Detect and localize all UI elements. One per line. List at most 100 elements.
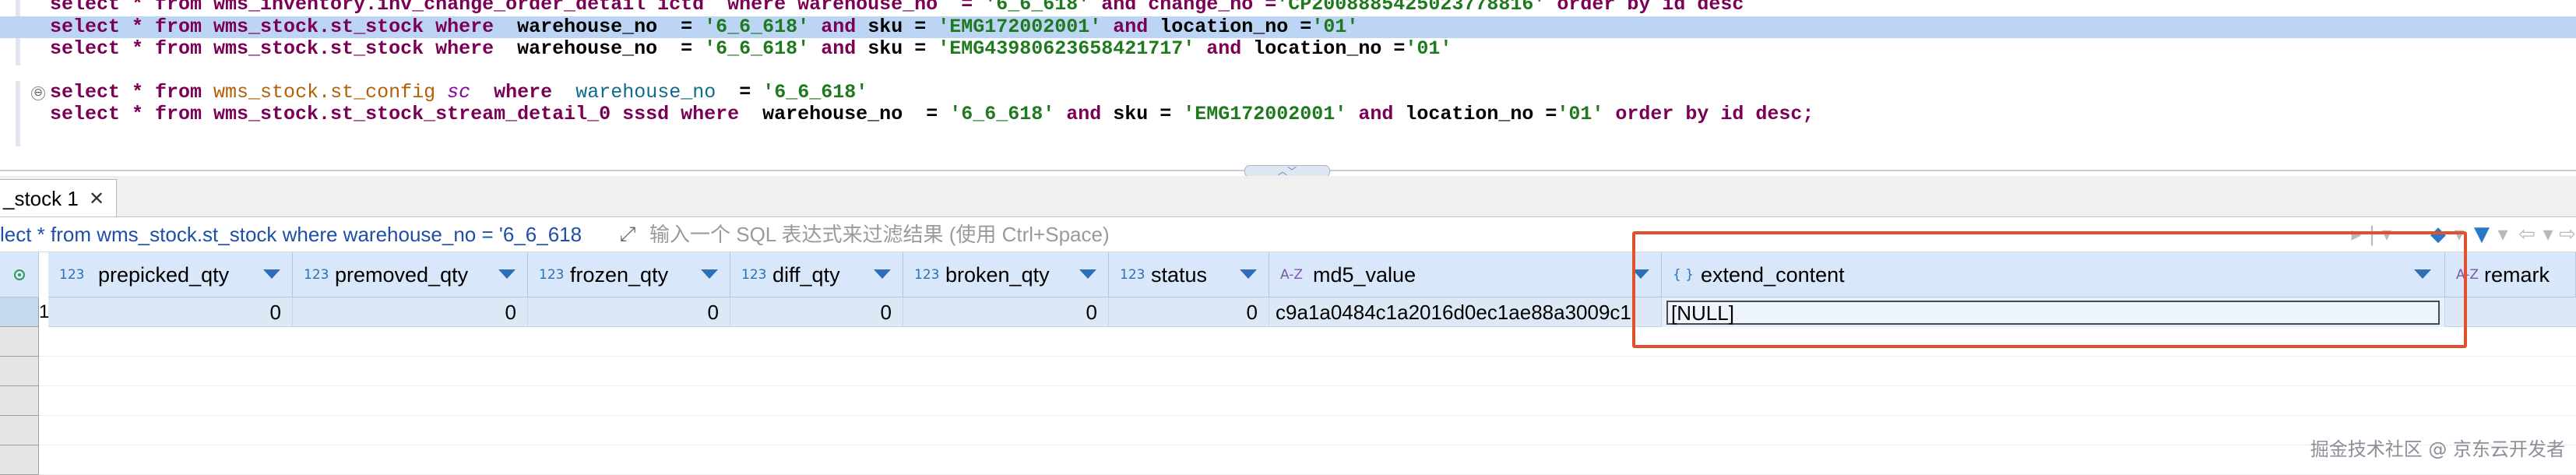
sql-line[interactable]: select * from wms_inventory.inv_change_o… <box>0 0 2576 16</box>
column-name: premoved_qty <box>335 263 469 287</box>
sql-string: 'CP2008885425023778816' <box>1276 0 1546 16</box>
numeric-type-icon: 123 <box>741 267 767 283</box>
numeric-type-icon: 123 <box>1120 267 1145 283</box>
sql-text: and change_no = <box>1089 0 1277 16</box>
forward-icon[interactable]: ⇨ <box>2559 220 2576 248</box>
sql-line-selected[interactable]: select * from wms_stock.st_stock where w… <box>0 16 2576 38</box>
row-header[interactable] <box>0 327 39 357</box>
sql-string: '6_6_618' <box>762 81 868 104</box>
numeric-type-icon: 123 <box>59 267 85 283</box>
column-header[interactable]: 123 prepicked_qty <box>48 252 293 297</box>
empty-row <box>39 445 2576 475</box>
sql-text: warehouse_no = <box>494 37 705 60</box>
watermark: 掘金技术社区 @ 京东云开发者 <box>2310 438 2565 460</box>
tab-label: _stock 1 <box>3 187 79 210</box>
column-name: status <box>1151 263 1208 287</box>
expand-icon[interactable]: ⤢ <box>615 222 640 247</box>
table-cell[interactable]: 0 <box>903 297 1109 327</box>
empty-row <box>39 386 2576 416</box>
empty-row <box>39 357 2576 386</box>
sql-keyword: and <box>809 16 868 38</box>
table-cell[interactable]: 0 <box>293 297 528 327</box>
row-header[interactable] <box>0 297 39 327</box>
numeric-type-icon: 123 <box>539 267 565 283</box>
column-header[interactable]: 123 broken_qty <box>903 252 1109 297</box>
tab-results[interactable]: _stock 1 ✕ <box>0 179 117 216</box>
column-header[interactable]: 123 frozen_qty <box>528 252 730 297</box>
sort-arrow-icon[interactable] <box>498 269 516 279</box>
sql-string: '01' <box>1311 16 1359 38</box>
sql-keyword: where <box>435 37 494 60</box>
numeric-type-icon: 123 <box>914 267 940 283</box>
sql-line[interactable]: select * from wms_stock.st_stock_stream_… <box>0 104 2576 125</box>
sql-column: warehouse_no <box>575 81 716 104</box>
sql-alias: sc <box>447 81 471 104</box>
column-name: prepicked_qty <box>98 263 230 287</box>
sort-arrow-icon[interactable] <box>874 269 891 279</box>
sql-editor[interactable]: select * from wms_inventory.inv_change_o… <box>0 0 2576 173</box>
sort-arrow-icon[interactable] <box>1079 269 1096 279</box>
sql-string: '01' <box>1557 103 1604 125</box>
sql-keyword: and <box>1195 37 1254 60</box>
funnel-dropdown-icon[interactable]: ▾ <box>2495 220 2511 248</box>
sql-string: '6_6_618' <box>704 37 810 60</box>
column-name: frozen_qty <box>570 263 669 287</box>
sql-keyword: order by id desc; <box>1603 103 1814 125</box>
select-all-icon <box>14 269 25 280</box>
column-name: remark <box>2484 263 2550 287</box>
table-cell[interactable]: 0 <box>48 297 293 327</box>
sort-arrow-icon[interactable] <box>263 269 280 279</box>
column-header[interactable]: A-Z md5_value <box>1269 252 1662 297</box>
sql-text: select * from wms_inventory.inv_change_o… <box>50 0 985 16</box>
funnel-icon[interactable]: ▼ <box>2470 220 2493 248</box>
sql-schema: wms_stock. <box>213 81 331 104</box>
annotation-highlight <box>1632 231 2467 348</box>
sql-keyword: where <box>494 81 553 104</box>
sql-keyword: and <box>809 37 868 60</box>
table-cell[interactable]: 0 <box>730 297 903 327</box>
sql-text: location_no = <box>1253 37 1406 60</box>
sql-string: '6_6_618' <box>949 103 1055 125</box>
column-header[interactable]: 123 premoved_qty <box>293 252 528 297</box>
sql-keyword: and <box>1054 103 1114 125</box>
table-cell[interactable]: 0 <box>1109 297 1269 327</box>
sql-text: = <box>716 81 763 104</box>
sql-keyword: and <box>1346 103 1406 125</box>
row-header[interactable] <box>0 445 39 475</box>
sql-text: sku = <box>867 16 938 38</box>
table-cell[interactable]: c9a1a0484c1a2016d0ec1ae88a3009c1 <box>1269 297 1662 327</box>
sql-text: select * from wms_stock.st_stock <box>50 16 436 38</box>
column-header[interactable]: 123 diff_qty <box>730 252 903 297</box>
filter-input[interactable]: 输入一个 SQL 表达式来过滤结果 (使用 Ctrl+Space) <box>649 217 1110 252</box>
row-number: 1 <box>39 301 50 322</box>
column-name: md5_value <box>1313 263 1416 287</box>
row-header[interactable] <box>0 416 39 445</box>
string-type-icon: A-Z <box>1280 267 1304 283</box>
sql-line[interactable]: select * from wms_stock.st_config sc whe… <box>0 82 2576 104</box>
sql-keyword: and <box>1101 16 1160 38</box>
table-cell[interactable]: 0 <box>528 297 730 327</box>
back-icon[interactable]: ⇦ <box>2515 220 2539 248</box>
sql-text: select * from wms_stock.st_stock_stream_… <box>50 103 681 125</box>
sql-text: location_no = <box>1160 16 1312 38</box>
close-icon[interactable]: ✕ <box>84 180 109 217</box>
sql-text: warehouse_no = <box>739 103 950 125</box>
sort-arrow-icon[interactable] <box>701 269 718 279</box>
sql-text: sku = <box>867 37 938 60</box>
sql-string: 'EMG172002001' <box>1183 103 1347 125</box>
row-header[interactable] <box>0 357 39 386</box>
sql-table: st_config <box>330 81 436 104</box>
back-dropdown-icon[interactable]: ▾ <box>2540 220 2556 248</box>
row-header[interactable] <box>0 386 39 416</box>
numeric-type-icon: 123 <box>304 267 329 283</box>
sql-keyword: where <box>681 103 740 125</box>
sort-arrow-icon[interactable] <box>1240 269 1257 279</box>
column-header[interactable]: 123 status <box>1109 252 1269 297</box>
sql-line[interactable]: select * from wms_stock.st_stock where w… <box>0 38 2576 60</box>
sql-text: order by id desc <box>1545 0 1744 16</box>
select-all-cell[interactable] <box>0 252 39 297</box>
sql-text: sku = <box>1113 103 1184 125</box>
query-text[interactable]: lect * from wms_stock.st_stock where war… <box>0 217 606 252</box>
sql-text: location_no = <box>1405 103 1557 125</box>
column-name: broken_qty <box>945 263 1050 287</box>
